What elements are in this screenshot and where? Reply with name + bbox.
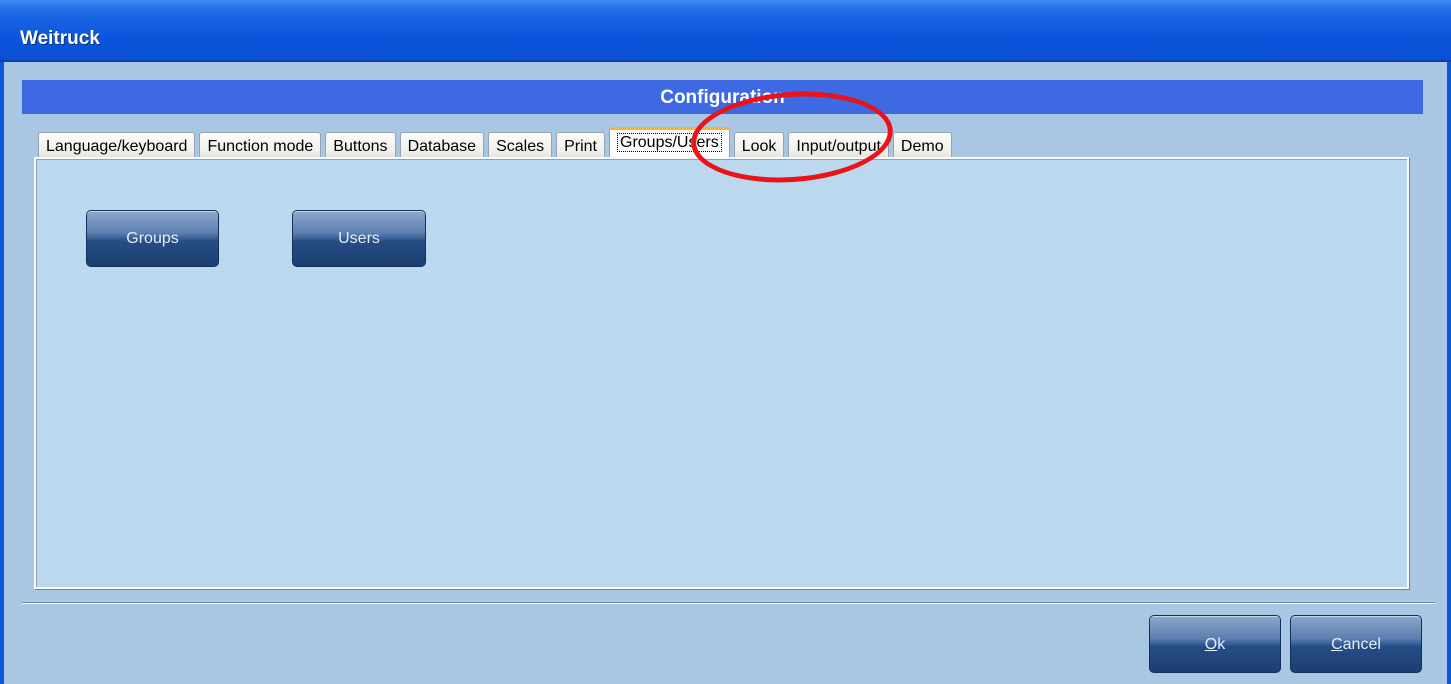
groups-users-panel: [34, 157, 1409, 589]
window-frame-right: [1447, 62, 1451, 684]
window-title: Weitruck: [20, 28, 100, 49]
cancel-label-rest: ancel: [1342, 636, 1381, 653]
tab-function-mode[interactable]: Function mode: [199, 132, 322, 158]
ok-button[interactable]: Ok: [1149, 615, 1281, 673]
window-frame-left: [0, 62, 4, 684]
tab-database[interactable]: Database: [399, 132, 485, 158]
configuration-header: Configuration: [22, 80, 1423, 114]
tab-demo[interactable]: Demo: [892, 132, 952, 158]
tab-buttons[interactable]: Buttons: [325, 132, 396, 158]
cancel-mnemonic: C: [1331, 636, 1343, 653]
tab-strip: Language/keyboard Function mode Buttons …: [38, 127, 956, 158]
weitruck-window: Weitruck Configuration Language/keyboard…: [0, 0, 1451, 684]
groups-button[interactable]: Groups: [86, 210, 219, 267]
tab-scales[interactable]: Scales: [488, 132, 553, 158]
users-button[interactable]: Users: [292, 210, 426, 267]
ok-label-rest: k: [1217, 636, 1226, 653]
tab-input-output[interactable]: Input/output: [788, 132, 889, 158]
ok-mnemonic: O: [1204, 636, 1218, 653]
tab-groups-users[interactable]: Groups/Users: [609, 127, 730, 158]
tab-look[interactable]: Look: [733, 132, 785, 158]
tab-print[interactable]: Print: [556, 132, 605, 158]
footer-separator: [22, 602, 1435, 604]
tab-groups-users-label: Groups/Users: [617, 133, 722, 152]
title-bar[interactable]: Weitruck: [0, 0, 1451, 62]
tab-language-keyboard[interactable]: Language/keyboard: [38, 132, 196, 158]
cancel-button[interactable]: Cancel: [1290, 615, 1422, 673]
